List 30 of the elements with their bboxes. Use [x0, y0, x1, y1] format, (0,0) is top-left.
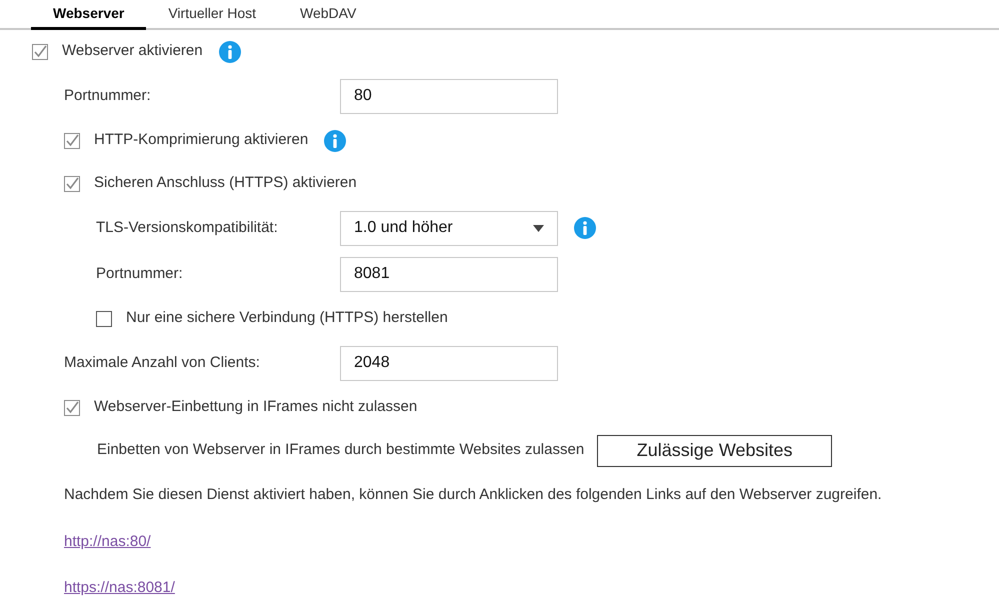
info-icon[interactable] — [324, 130, 346, 152]
tab[interactable]: Virtueller Host — [146, 0, 278, 30]
link[interactable]: https://nas:8081/ — [64, 577, 175, 600]
checkbox-label: HTTP-Komprimierung aktivieren — [94, 130, 308, 150]
field-label: Portnummer: — [64, 86, 151, 104]
info-icon[interactable] — [574, 217, 596, 239]
checkbox[interactable] — [96, 310, 112, 326]
checkbox-label: Webserver-Einbettung in IFrames nicht zulassen — [94, 397, 418, 418]
checkbox[interactable] — [64, 400, 80, 416]
checkbox[interactable] — [64, 176, 80, 192]
tab[interactable]: Webserver — [31, 0, 146, 30]
link[interactable]: http://nas:80/ — [64, 530, 151, 553]
field-label: Portnummer: — [96, 264, 183, 282]
input-field[interactable]: 80 — [340, 78, 558, 114]
tab[interactable]: WebDAV — [278, 0, 378, 30]
checkbox-label: Sicheren Anschluss (HTTPS) aktivieren — [94, 173, 357, 194]
field-label: Maximale Anzahl von Clients: — [64, 354, 260, 371]
dropdown[interactable]: 1.0 und höher — [340, 210, 558, 246]
embed-label: Einbetten von Webserver in IFrames durch bestimmte Websites zulassen — [97, 440, 584, 460]
checkbox-label: Nur eine sichere Verbindung (HTTPS) herstellen — [126, 308, 448, 328]
caret-icon — [533, 224, 544, 232]
allowed-websites-button[interactable]: Zulässige Websites — [597, 434, 832, 466]
input-field[interactable]: 2048 — [340, 346, 558, 380]
checkbox-label: Webserver aktivieren — [62, 41, 203, 62]
info-text: Nachdem Sie diesen Dienst aktiviert haben, können Sie durch Anklicken des folgenden Links auf den Webserver zugreifen. — [64, 485, 883, 505]
input-field[interactable]: 8081 — [340, 256, 558, 292]
checkbox[interactable] — [32, 44, 48, 60]
checkbox[interactable] — [64, 132, 80, 148]
field-label: TLS-Versionskompatibilität: — [96, 218, 278, 236]
info-icon[interactable] — [218, 40, 241, 62]
